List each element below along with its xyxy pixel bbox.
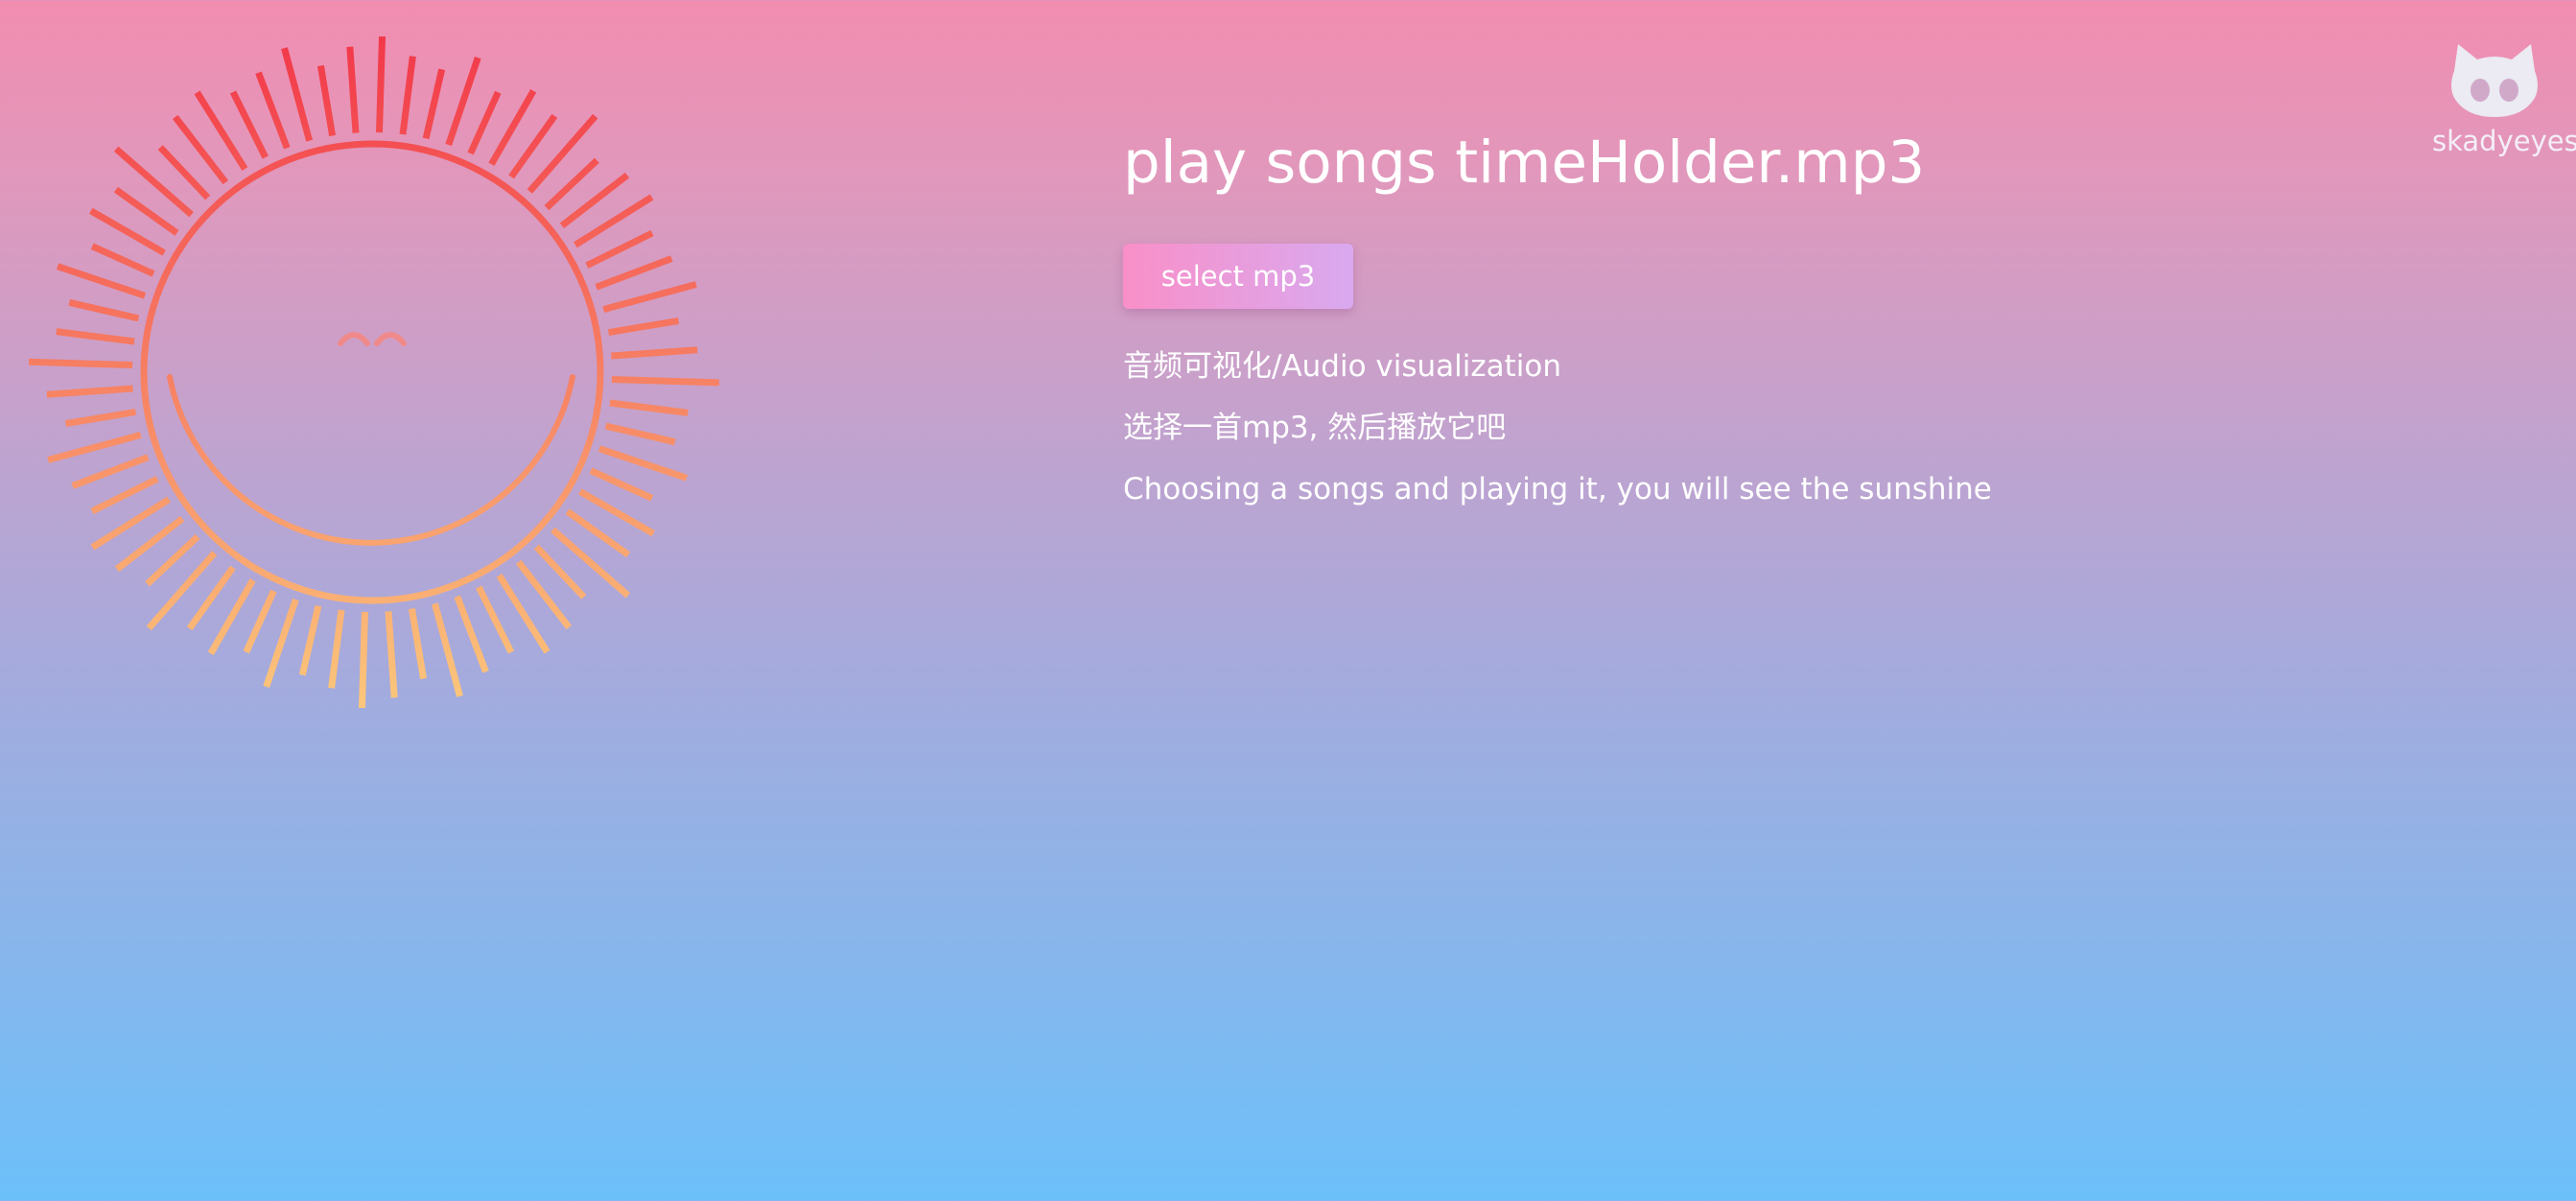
sun-ray <box>146 551 218 631</box>
sun-ray <box>71 454 150 489</box>
sun-right-eye <box>374 332 407 346</box>
sun-ray <box>597 445 689 482</box>
sun-ray <box>611 376 719 387</box>
sun-ray <box>243 589 277 654</box>
sun-ray <box>595 255 673 291</box>
sun-ray <box>64 408 137 428</box>
sun-left-eye <box>338 332 370 346</box>
sun-ray <box>602 281 697 313</box>
select-mp3-button[interactable]: select mp3 <box>1123 244 1353 309</box>
sun-ray <box>255 71 291 150</box>
github-octocat-icon <box>2451 44 2538 117</box>
github-link[interactable]: skadyeyes <box>2432 38 2576 157</box>
sun-ray <box>358 611 368 708</box>
sun-ray <box>385 611 398 698</box>
sun-smile <box>167 374 575 546</box>
sun-ray <box>611 346 698 360</box>
sun-ray <box>454 595 489 673</box>
sun-ray <box>56 328 135 345</box>
sun-ray <box>467 90 502 155</box>
sun-ray <box>263 598 299 689</box>
sun-ray <box>47 432 142 463</box>
sun-ray <box>316 64 337 137</box>
sun-visualizer <box>29 36 719 708</box>
description-line-2: 选择一首mp3, 然后播放它吧 <box>1123 411 1507 445</box>
sun-ray <box>328 609 345 689</box>
song-title: play songs timeHolder.mp3 <box>1123 129 1926 197</box>
sun-ray <box>604 422 676 446</box>
sun-ray <box>346 46 360 133</box>
sun-ray <box>476 585 515 654</box>
sun-ray <box>609 399 689 416</box>
sun-ray <box>29 358 133 368</box>
sun-ray <box>298 604 322 676</box>
sun-ray <box>607 317 680 337</box>
sun-ray <box>550 527 631 599</box>
sun-ray <box>399 56 416 135</box>
sun-ray <box>90 243 155 277</box>
description-line-1: 音频可视化/Audio visualization <box>1123 349 1562 384</box>
sun-face-circle <box>140 140 604 604</box>
sun-ray <box>585 229 654 269</box>
player-panel: play songs timeHolder.mp3 select mp3 音频可… <box>1123 125 1992 510</box>
sun-ray <box>68 298 140 322</box>
sun-ray <box>527 113 598 194</box>
sun-ray <box>422 68 446 140</box>
sun-ray <box>589 467 654 502</box>
sun-ray <box>56 263 147 299</box>
sun-ray <box>408 607 428 680</box>
sun-ray <box>445 56 481 147</box>
sun-ray <box>113 146 194 218</box>
sun-ray <box>46 385 133 398</box>
sun-ray <box>90 476 159 515</box>
sun-ray <box>229 90 269 159</box>
github-username: skadyeyes <box>2432 125 2576 157</box>
sun-rays <box>29 36 719 708</box>
sun-ray <box>432 602 463 697</box>
description-line-3: Choosing a songs and playing it, you wil… <box>1123 472 1992 506</box>
sun-ray <box>281 47 313 142</box>
sun-ray <box>376 36 386 133</box>
